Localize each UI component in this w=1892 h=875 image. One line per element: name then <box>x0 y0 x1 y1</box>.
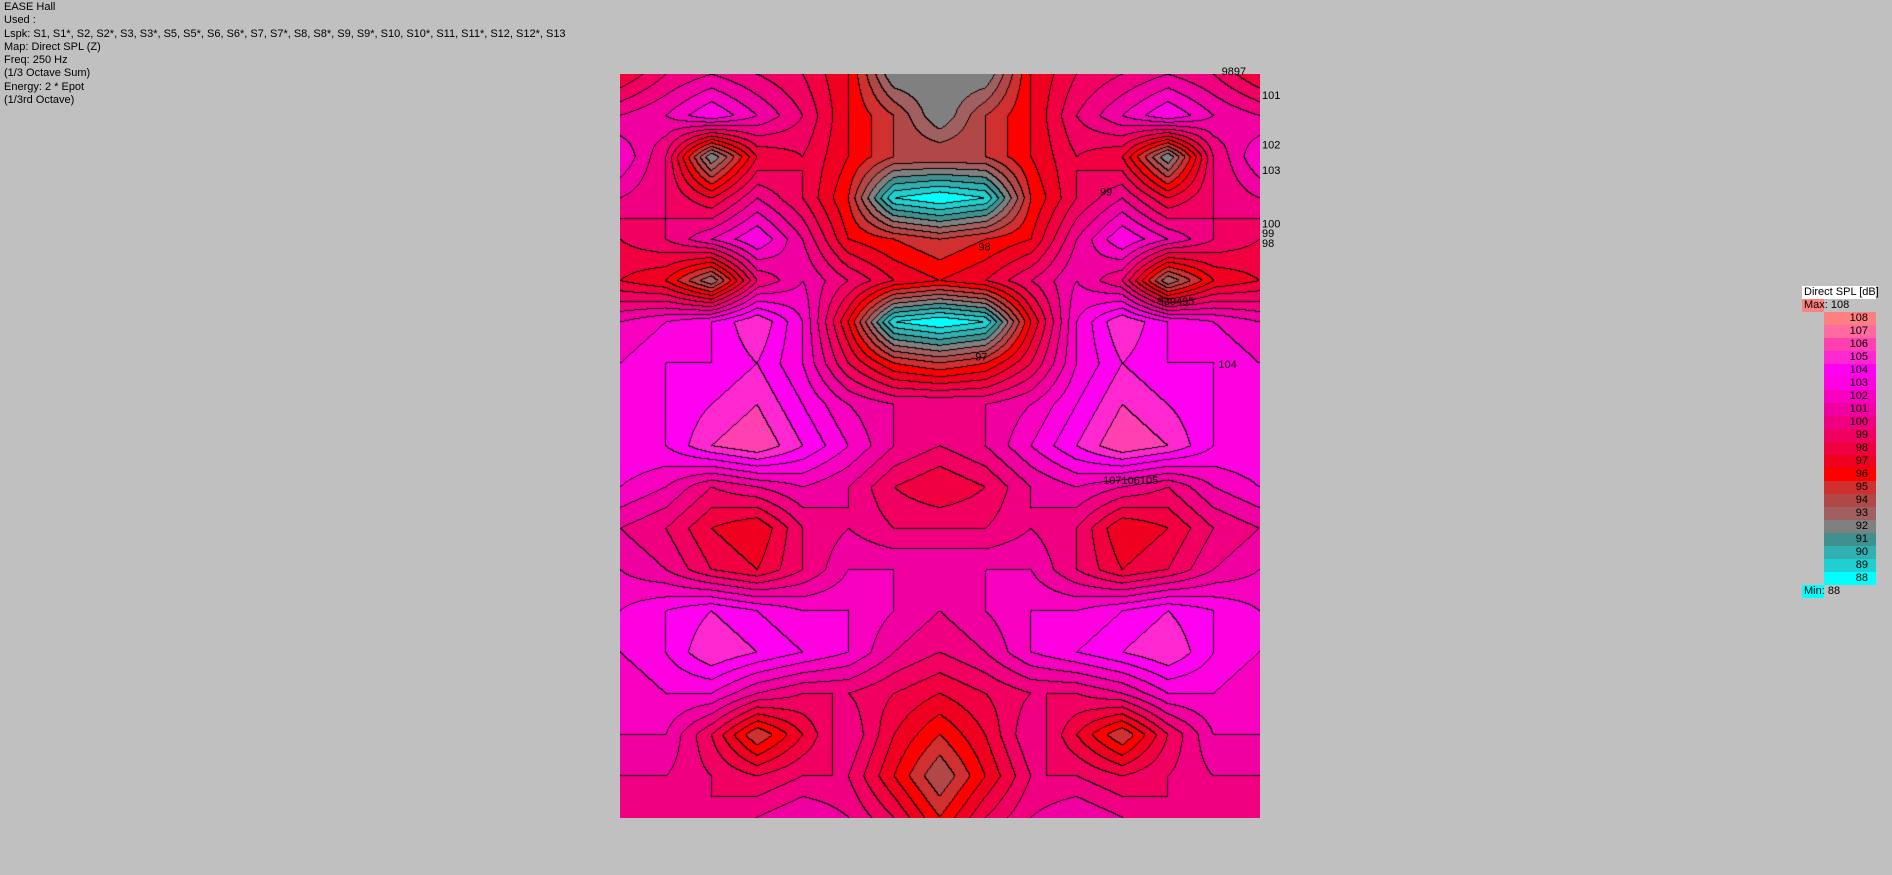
legend-level-94: 94 <box>1802 494 1876 507</box>
legend-level-100: 100 <box>1802 416 1876 429</box>
contour-label-3: 103 <box>1262 165 1280 177</box>
legend-level-104: 104 <box>1802 364 1876 377</box>
map-info: EASE Hall Used : Lspk: S1, S1*, S2, S2*,… <box>4 1 566 107</box>
legend-level-96: 96 <box>1802 468 1876 481</box>
loudspeaker-list: Lspk: S1, S1*, S2, S2*, S3, S3*, S5, S5*… <box>4 27 566 40</box>
contour-label-8: 98 <box>978 242 990 254</box>
legend-level-93: 93 <box>1802 507 1876 520</box>
contour-label-12: 107106105 <box>1103 475 1158 487</box>
legend-level-90: 90 <box>1802 546 1876 559</box>
legend-level-103: 103 <box>1802 377 1876 390</box>
contour-label-0: 9897 <box>1222 66 1246 78</box>
band: (1/3rd Octave) <box>4 94 75 107</box>
legend-level-98: 98 <box>1802 442 1876 455</box>
contour-labels: 9897101102103100999899989793949510410710… <box>975 66 1280 487</box>
legend-level-102: 102 <box>1802 390 1876 403</box>
legend-level-97: 97 <box>1802 455 1876 468</box>
legend-min: Min: 88 <box>1802 585 1876 598</box>
contour-label-11: 104 <box>1218 359 1236 371</box>
contour-label-6: 98 <box>1262 238 1274 250</box>
legend-level-105: 105 <box>1802 351 1876 364</box>
contour-label-9: 97 <box>975 352 987 364</box>
legend-level-108: 108 <box>1802 312 1876 325</box>
energy: Energy: 2 * Epot <box>4 80 85 93</box>
contour-label-7: 99 <box>1100 187 1112 199</box>
contour-label-10: 939495 <box>1158 296 1195 308</box>
contour-label-2: 102 <box>1262 140 1280 152</box>
legend-level-92: 92 <box>1802 520 1876 533</box>
legend-level-101: 101 <box>1802 403 1876 416</box>
legend-level-88: 88 <box>1802 572 1876 585</box>
legend-level-99: 99 <box>1802 429 1876 442</box>
legend-title: Direct SPL [dB] <box>1802 286 1879 299</box>
legend-level-106: 106 <box>1802 338 1876 351</box>
legend-level-89: 89 <box>1802 559 1876 572</box>
frequency: Freq: 250 Hz <box>4 54 68 67</box>
legend-level-91: 91 <box>1802 533 1876 546</box>
project-title: EASE Hall <box>4 1 56 13</box>
legend-level-95: 95 <box>1802 481 1876 494</box>
map-type: Map: Direct SPL (Z) <box>4 40 101 53</box>
octave-sum: (1/3 Octave Sum) <box>4 67 91 80</box>
legend: Direct SPL [dB] Max: 108 108 107 106 105 104… <box>1802 286 1879 598</box>
used-label: Used : <box>4 14 36 27</box>
contour-label-1: 101 <box>1262 90 1280 102</box>
legend-max: Max: 108 <box>1802 299 1876 312</box>
legend-level-107: 107 <box>1802 325 1876 338</box>
